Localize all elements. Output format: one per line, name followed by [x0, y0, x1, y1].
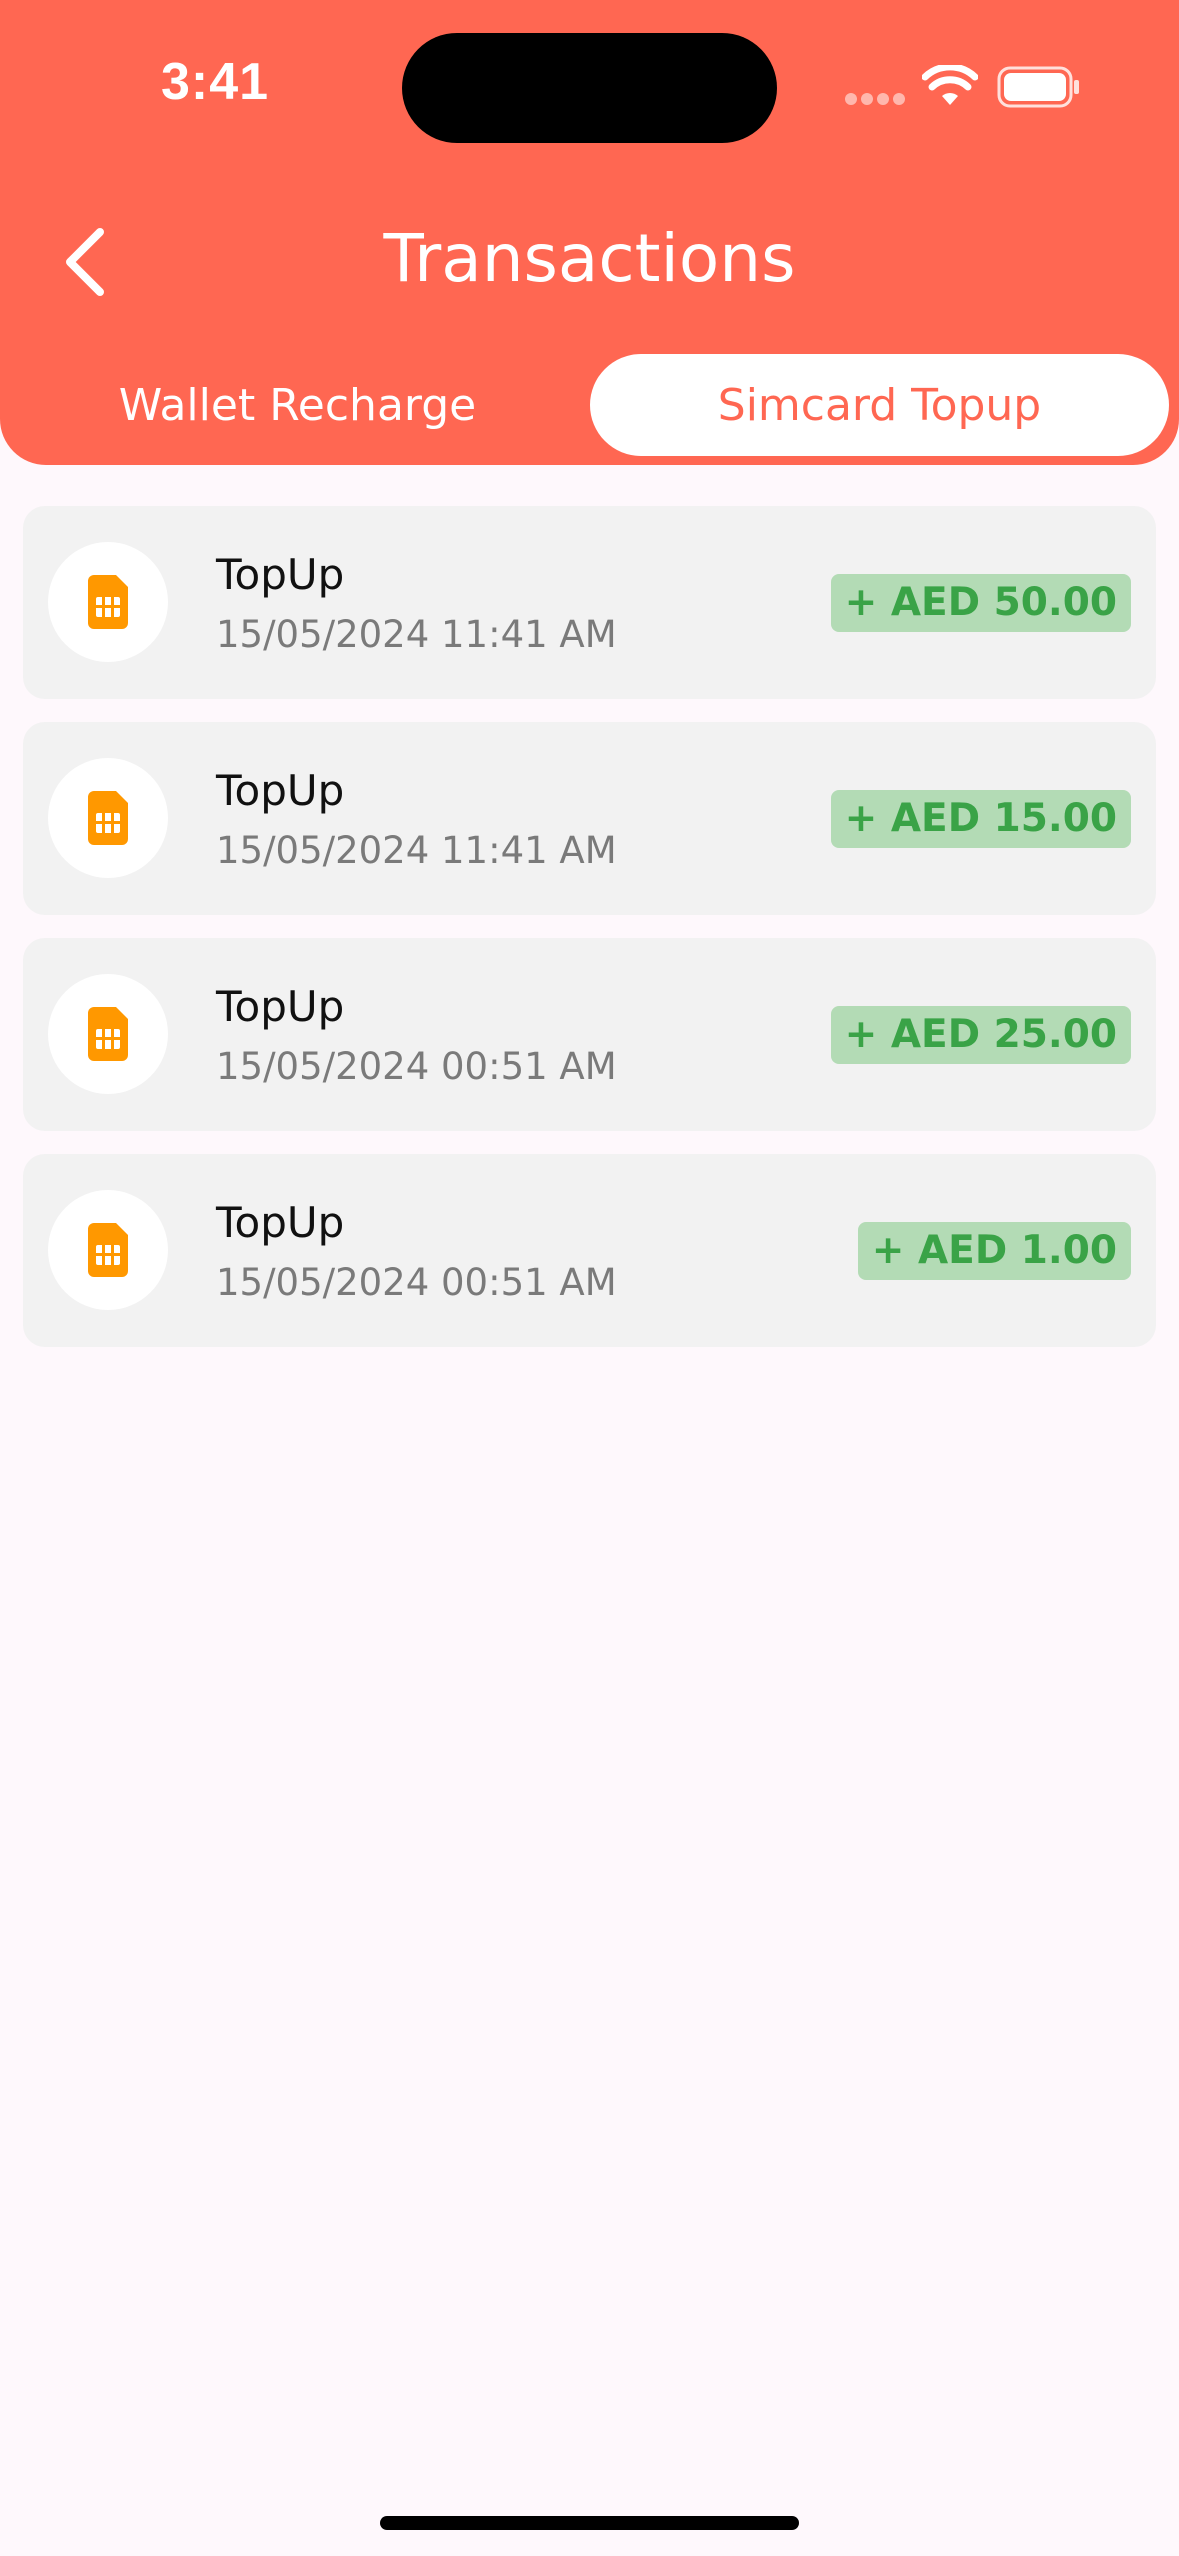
transactions-list: TopUp 15/05/2024 11:41 AM + AED 50.00 To… [23, 506, 1156, 1370]
header-bar: 3:41 Transactions Wallet Recharge Simcar… [0, 0, 1179, 465]
transaction-date: 15/05/2024 11:41 AM [216, 613, 617, 656]
transaction-date: 15/05/2024 11:41 AM [216, 829, 617, 872]
battery-icon [997, 66, 1079, 108]
sim-card-icon [48, 1190, 168, 1310]
transaction-title: TopUp [216, 550, 345, 599]
home-indicator[interactable] [380, 2516, 799, 2530]
transaction-title: TopUp [216, 982, 345, 1031]
sim-card-icon [48, 974, 168, 1094]
sim-card-icon [48, 758, 168, 878]
transaction-amount: + AED 50.00 [830, 574, 1131, 632]
sim-card-icon [48, 542, 168, 662]
transaction-title: TopUp [216, 1198, 345, 1247]
tab-wallet-recharge[interactable]: Wallet Recharge [10, 354, 585, 456]
transaction-item[interactable]: TopUp 15/05/2024 00:51 AM + AED 25.00 [23, 938, 1156, 1131]
page-title: Transactions [383, 220, 796, 297]
transaction-item[interactable]: TopUp 15/05/2024 11:41 AM + AED 15.00 [23, 722, 1156, 915]
cellular-signal-icon [845, 93, 905, 107]
transaction-date: 15/05/2024 00:51 AM [216, 1045, 617, 1088]
transaction-item[interactable]: TopUp 15/05/2024 11:41 AM + AED 50.00 [23, 506, 1156, 699]
wifi-icon [922, 65, 978, 105]
transaction-title: TopUp [216, 766, 345, 815]
dynamic-island [402, 33, 777, 143]
transaction-date: 15/05/2024 00:51 AM [216, 1261, 617, 1304]
status-time: 3:41 [160, 53, 270, 111]
transaction-amount: + AED 15.00 [830, 790, 1131, 848]
transaction-amount: + AED 1.00 [857, 1222, 1131, 1280]
tab-simcard-topup[interactable]: Simcard Topup [590, 354, 1169, 456]
transaction-amount: + AED 25.00 [830, 1006, 1131, 1064]
transaction-item[interactable]: TopUp 15/05/2024 00:51 AM + AED 1.00 [23, 1154, 1156, 1347]
